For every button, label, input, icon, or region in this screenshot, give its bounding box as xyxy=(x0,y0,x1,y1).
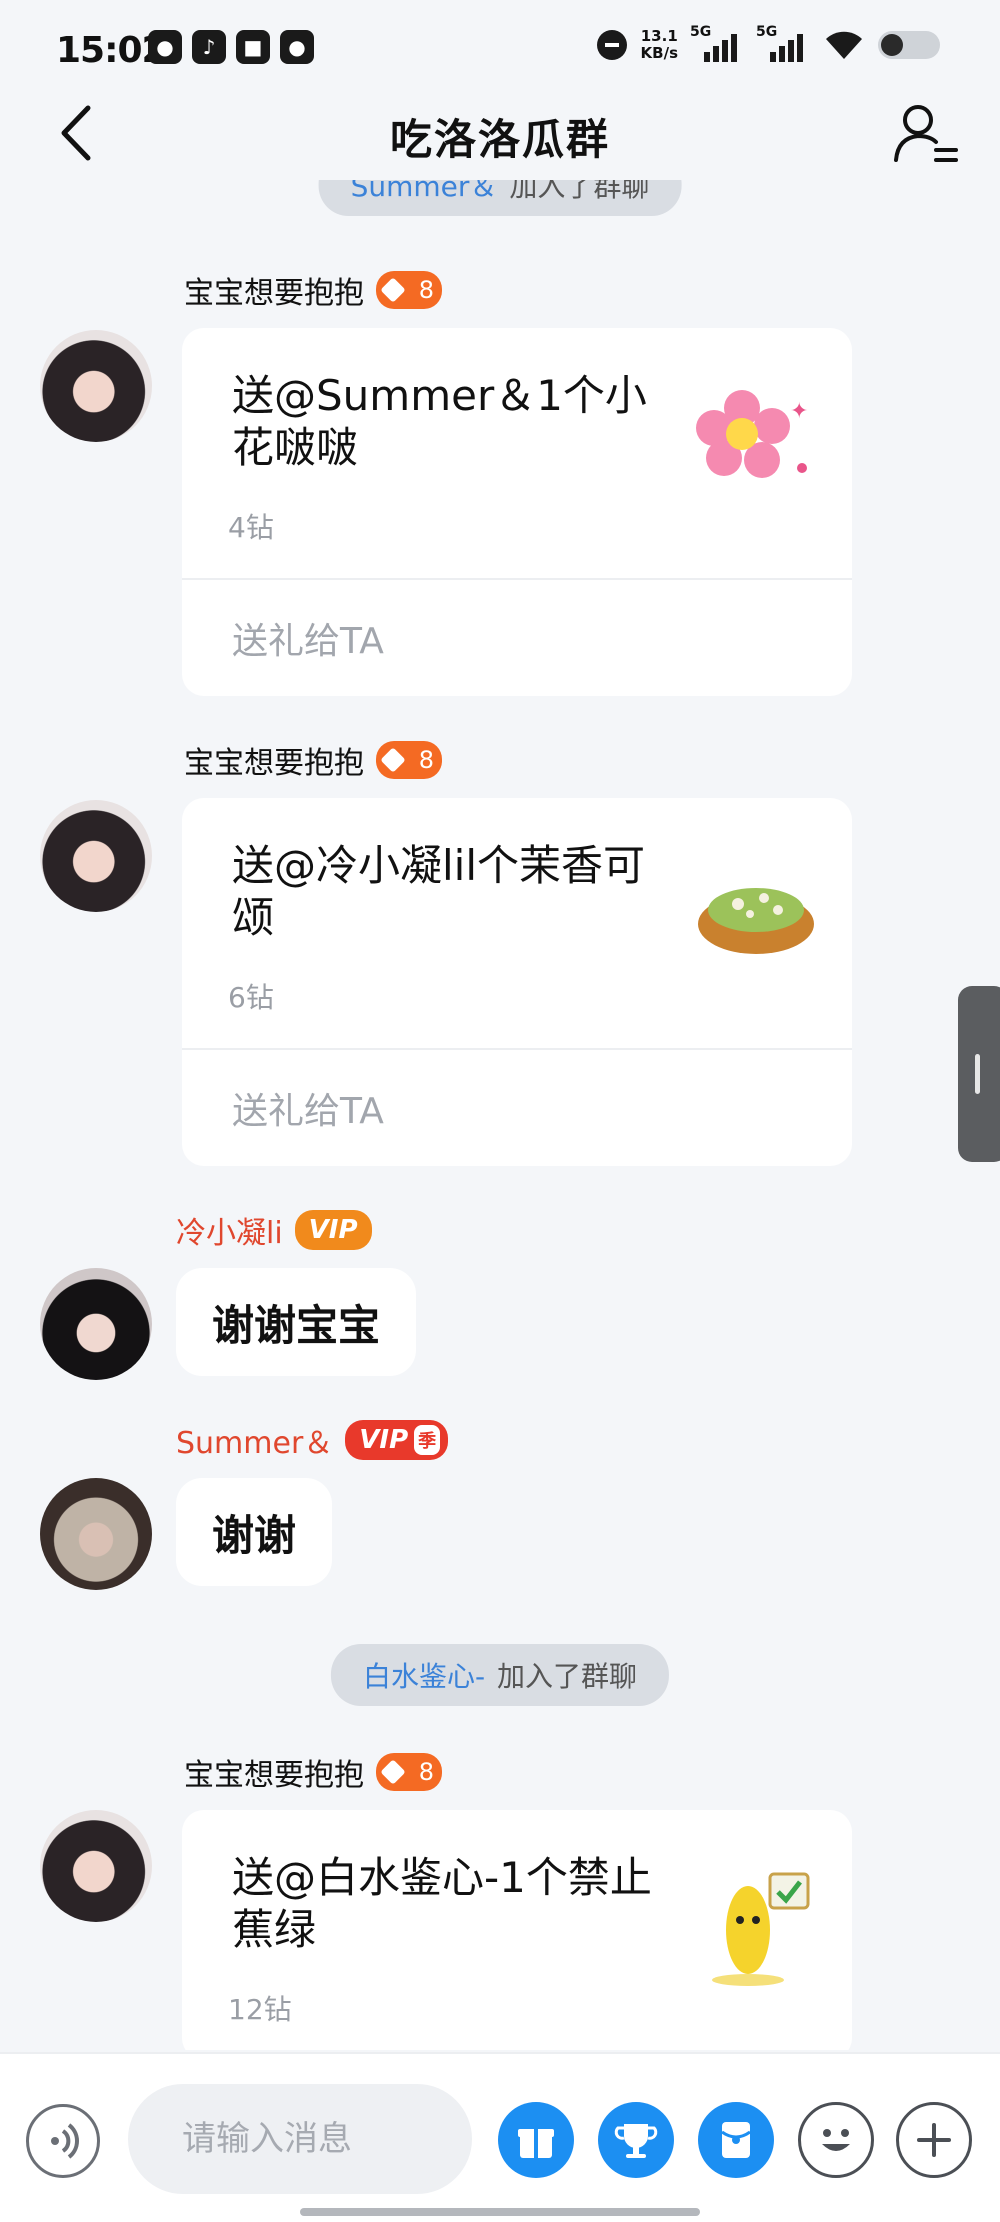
input-toolbar xyxy=(0,2052,1000,2222)
voice-button[interactable] xyxy=(26,2104,100,2178)
gift-icon xyxy=(518,2129,554,2158)
message-sender: 宝宝想要抱抱 8 xyxy=(184,1750,442,1794)
avatar[interactable] xyxy=(40,330,152,442)
chat-header: 吃洛洛瓜群 xyxy=(0,96,1000,186)
banana-gift-image xyxy=(692,1860,822,1990)
gift-price: 6钻 xyxy=(228,981,274,1014)
avatar[interactable] xyxy=(40,800,152,912)
group-members-icon xyxy=(894,105,958,162)
sender-name: 宝宝想要抱抱 xyxy=(184,1758,364,1793)
gift-button[interactable] xyxy=(498,2102,574,2178)
status-bar: 15:02 ● ♪ ■ ● 13.1 KB/s 5G 5G xyxy=(0,0,1000,100)
sender-name: 冷小凝li xyxy=(176,1216,283,1251)
send-gift-button[interactable]: 送礼给TA xyxy=(182,580,852,696)
red-packet-button[interactable] xyxy=(698,2102,774,2178)
text-message-bubble[interactable]: 谢谢 xyxy=(176,1478,333,1586)
group-members-button[interactable] xyxy=(890,98,960,168)
svg-text:✦: ✦ xyxy=(790,399,808,424)
tiktok-icon: ♪ xyxy=(192,30,226,64)
sender-name: 宝宝想要抱抱 xyxy=(184,276,364,311)
gift-text: 送@白水鉴心-1个禁止蕉绿 xyxy=(232,1853,652,1954)
status-notification-icons: ● ♪ ■ ● xyxy=(148,30,314,64)
signal-icon: 5G xyxy=(690,24,744,62)
voice-icon xyxy=(51,2123,79,2159)
sender-name: Summer＆ xyxy=(176,1426,334,1461)
trophy-icon xyxy=(614,2124,658,2158)
wechat-icon: ● xyxy=(148,30,182,64)
avatar[interactable] xyxy=(40,1268,152,1380)
level-badge: 8 xyxy=(376,741,442,779)
page-title: 吃洛洛瓜群 xyxy=(389,115,610,164)
more-button[interactable] xyxy=(896,2102,972,2178)
diamond-icon xyxy=(380,747,406,773)
system-notice: Summer＆ 加入了群聊 xyxy=(318,180,682,216)
text-message-bubble[interactable]: 谢谢宝宝 xyxy=(176,1268,417,1376)
gift-message-card[interactable]: 送@Summer＆1个小花啵啵 4钻 ✦ 送礼给TA xyxy=(182,328,852,696)
signal-icon: 5G xyxy=(756,24,810,62)
network-speed: 13.1 KB/s xyxy=(640,27,678,62)
sender-name: 宝宝想要抱抱 xyxy=(184,746,364,781)
emoji-button[interactable] xyxy=(798,2102,874,2178)
message-sender: 宝宝想要抱抱 8 xyxy=(184,738,442,782)
wifi-icon xyxy=(824,29,864,61)
battery-icon xyxy=(878,31,940,59)
home-indicator[interactable] xyxy=(300,2208,700,2216)
red-packet-icon xyxy=(721,2122,751,2158)
flower-gift-image: ✦ xyxy=(692,378,822,508)
avatar[interactable] xyxy=(40,1810,152,1922)
vip-season-badge: VIP 季 xyxy=(345,1420,449,1460)
gift-price: 4钻 xyxy=(228,511,274,544)
message-sender: 冷小凝li VIP xyxy=(176,1208,372,1252)
gift-text: 送@冷小凝lil个茉香可颂 xyxy=(232,841,646,942)
chat-message-list[interactable]: Summer＆ 加入了群聊 宝宝想要抱抱 8 送@Summer＆1个小花啵啵 4… xyxy=(0,180,1000,2050)
plus-icon xyxy=(917,2123,951,2157)
gift-text: 送@Summer＆1个小花啵啵 xyxy=(232,371,647,472)
level-badge: 8 xyxy=(376,1753,442,1791)
diamond-icon xyxy=(380,1759,406,1785)
emoji-icon xyxy=(822,2129,850,2151)
message-sender: 宝宝想要抱抱 8 xyxy=(184,268,442,312)
system-notice: 白水鉴心- 加入了群聊 xyxy=(330,1644,670,1706)
vip-badge: VIP xyxy=(294,1210,372,1250)
diamond-icon xyxy=(380,277,406,303)
side-drag-handle[interactable] xyxy=(958,986,1000,1162)
gift-message-card[interactable]: 送@冷小凝lil个茉香可颂 6钻 送礼给TA xyxy=(182,798,852,1166)
avatar[interactable] xyxy=(40,1478,152,1590)
message-input[interactable] xyxy=(128,2084,472,2194)
status-right-group: 13.1 KB/s 5G 5G xyxy=(596,24,940,62)
message-sender: Summer＆ VIP 季 xyxy=(176,1418,449,1462)
gift-price: 12钻 xyxy=(228,1993,292,2026)
croissant-gift-image xyxy=(692,848,822,978)
gift-message-card[interactable]: 送@白水鉴心-1个禁止蕉绿 12钻 xyxy=(182,1810,852,2050)
wechat-icon: ● xyxy=(280,30,314,64)
trophy-button[interactable] xyxy=(598,2102,674,2178)
send-gift-button[interactable]: 送礼给TA xyxy=(182,1050,852,1166)
app-notification-icon: ■ xyxy=(236,30,270,64)
do-not-disturb-icon xyxy=(596,30,627,60)
level-badge: 8 xyxy=(376,271,442,309)
